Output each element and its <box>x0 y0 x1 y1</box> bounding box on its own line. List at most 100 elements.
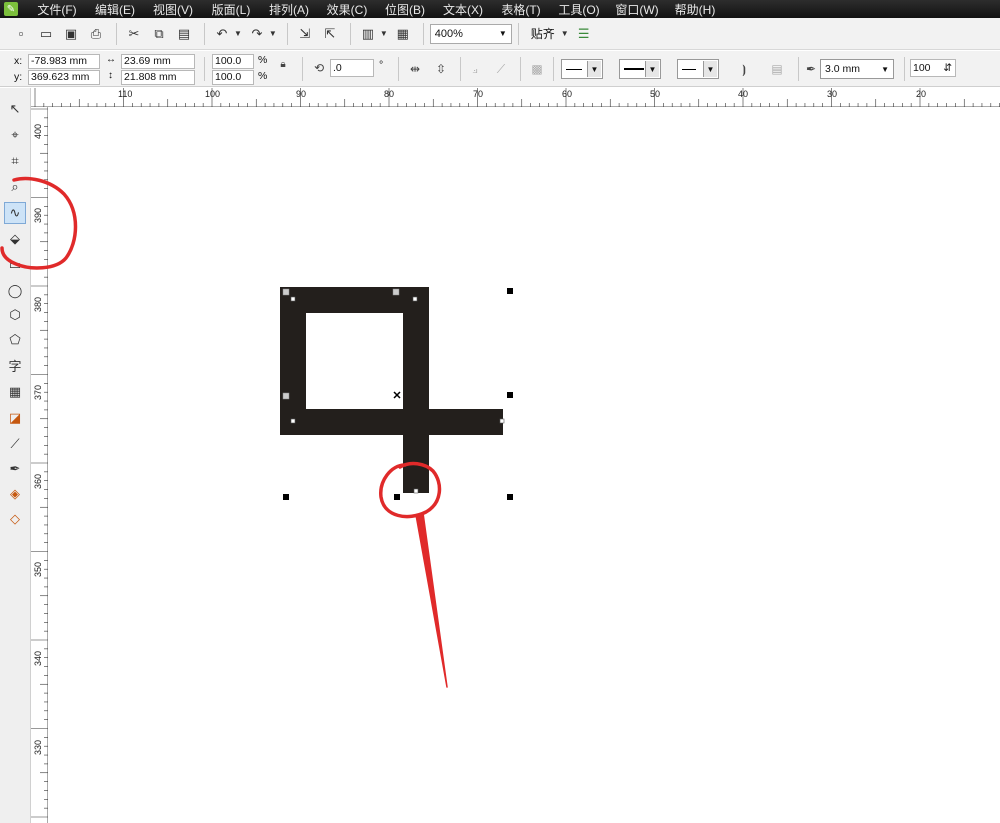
print-icon[interactable]: ⎙ <box>85 23 107 45</box>
wrap-text-icon[interactable]: ▩ <box>528 60 546 78</box>
menu-layout[interactable]: 版面(L) <box>202 1 260 18</box>
undo-dropdown-icon[interactable]: ▼ <box>234 29 242 38</box>
undo-icon[interactable]: ↶ <box>211 23 233 45</box>
text-tool-icon[interactable]: 字 <box>4 354 26 376</box>
scale-y-field[interactable]: 100.0 <box>212 70 254 85</box>
snap-to-button[interactable]: 贴齐 <box>531 25 555 42</box>
basic-shapes-tool-icon[interactable]: ⬠ <box>4 329 26 351</box>
application-launcher-icon[interactable]: ▥ <box>357 23 379 45</box>
menu-help[interactable]: 帮助(H) <box>666 1 724 18</box>
wrap-paragraph-icon[interactable]: ▤ <box>768 60 786 78</box>
paste-icon[interactable]: ▤ <box>173 23 195 45</box>
snap-dropdown-icon[interactable]: ▼ <box>561 29 569 38</box>
line-style-select[interactable]: ▼ <box>619 59 661 79</box>
object-width-field[interactable]: 23.69 mm <box>121 54 195 69</box>
menu-bar: ✎ 文件(F) 编辑(E) 视图(V) 版面(L) 排列(A) 效果(C) 位图… <box>0 0 1000 18</box>
polygon-tool-icon[interactable]: ⬡ <box>4 304 26 326</box>
ellipse-tool-icon[interactable]: ◯ <box>4 280 26 302</box>
arrowhead-line-preview <box>566 68 582 70</box>
mirror-horizontal-icon[interactable]: ⇹ <box>406 60 424 78</box>
save-icon[interactable]: ▣ <box>60 23 82 45</box>
menu-view[interactable]: 视图(V) <box>144 1 202 18</box>
toolbar-divider <box>520 57 521 81</box>
menu-table[interactable]: 表格(T) <box>492 1 550 18</box>
options-icon[interactable]: ☰ <box>573 23 595 45</box>
chevron-down-icon: ▼ <box>703 61 717 77</box>
selection-handle-bottom-center[interactable] <box>394 494 400 500</box>
node-handle[interactable] <box>290 418 296 424</box>
start-arrowhead-select[interactable]: ▼ <box>561 59 603 79</box>
ruler-label: 370 <box>33 384 43 400</box>
node-handle[interactable] <box>499 418 505 424</box>
zoom-level-select[interactable]: 400% ▼ <box>429 23 512 44</box>
outline-width-select[interactable]: 3.0 mm ▼ <box>820 59 894 79</box>
menu-arrange[interactable]: 排列(A) <box>260 1 318 18</box>
node-handle[interactable] <box>282 288 290 296</box>
selected-shape[interactable] <box>280 287 503 493</box>
import-icon[interactable]: ⇲ <box>294 23 316 45</box>
launcher-dropdown-icon[interactable]: ▼ <box>380 29 388 38</box>
interactive-effects-tool-icon[interactable]: ◪ <box>4 407 26 429</box>
line-style-preview <box>624 68 644 70</box>
open-folder-icon[interactable]: ▭ <box>35 23 57 45</box>
menu-effects[interactable]: 效果(C) <box>318 1 376 18</box>
node-handle[interactable] <box>412 296 418 302</box>
interactive-fill-tool-icon[interactable]: ◇ <box>4 508 26 530</box>
table-tool-icon[interactable]: ▦ <box>4 381 26 403</box>
toolbar-divider <box>798 57 799 81</box>
node-handle[interactable] <box>282 392 290 400</box>
copy-icon[interactable]: ⧉ <box>148 23 170 45</box>
lock-ratio-icon[interactable]: 🔒︎ <box>274 55 292 73</box>
welcome-screen-icon[interactable]: ▦ <box>392 23 414 45</box>
ruler-label: 330 <box>33 739 43 755</box>
node-handle[interactable] <box>290 296 296 302</box>
end-arrowhead-select[interactable]: ▼ <box>677 59 719 79</box>
toolbar-divider <box>204 22 205 45</box>
zoom-level-value: 400% <box>434 27 463 40</box>
outline-pen-tool-icon[interactable]: ✒ <box>4 458 26 480</box>
scale-x-field[interactable]: 100.0 <box>212 54 254 69</box>
rotation-angle-field[interactable]: .0 <box>330 59 374 77</box>
arrowhead-line-preview <box>682 68 696 70</box>
mirror-vertical-icon[interactable]: ⇳ <box>432 60 450 78</box>
redo-dropdown-icon[interactable]: ▼ <box>269 29 277 38</box>
node-handle[interactable] <box>392 288 400 296</box>
toolbar-divider <box>422 22 424 45</box>
cut-icon[interactable]: ✂ <box>123 23 145 45</box>
standard-toolbar: ▫ ▭ ▣ ⎙ ✂ ⧉ ▤ ↶ ▼ ↷ ▼ ⇲ ⇱ ▥ ▼ ▦ 400% ▼ 贴… <box>0 18 1000 50</box>
object-height-field[interactable]: 21.808 mm <box>121 70 195 85</box>
miter-limit-field[interactable]: 100 ⇵ <box>910 59 956 77</box>
menu-edit[interactable]: 编辑(E) <box>86 1 144 18</box>
y-position-field[interactable]: 369.623 mm <box>28 70 100 85</box>
redo-icon[interactable]: ↷ <box>246 23 268 45</box>
ruler-label: 400 <box>33 123 43 139</box>
pick-tool-icon[interactable]: ↖ <box>4 98 26 120</box>
close-curve-icon[interactable]: ⦘ <box>735 60 753 78</box>
export-icon[interactable]: ⇱ <box>319 23 341 45</box>
horizontal-ruler[interactable]: 110 100 90 80 70 60 50 40 30 20 <box>31 88 1000 107</box>
menu-file[interactable]: 文件(F) <box>28 1 86 18</box>
menu-bitmaps[interactable]: 位图(B) <box>376 1 434 18</box>
menu-tools[interactable]: 工具(O) <box>550 1 608 18</box>
menu-window[interactable]: 窗口(W) <box>608 1 666 18</box>
fill-tool-icon[interactable]: ◈ <box>4 483 26 505</box>
selection-handle-middle-right[interactable] <box>507 392 513 398</box>
node-join-icon[interactable]: ⟓ <box>466 60 484 78</box>
line-convert-icon[interactable]: ⟋ <box>492 60 510 78</box>
shape-body[interactable] <box>280 287 503 493</box>
node-handle[interactable] <box>413 488 419 494</box>
new-document-icon[interactable]: ▫ <box>10 23 32 45</box>
menu-text[interactable]: 文本(X) <box>434 1 492 18</box>
toolbar-divider <box>398 57 399 81</box>
ruler-label: 110 <box>118 89 133 99</box>
degree-label: ° <box>379 59 384 71</box>
selection-handle-bottom-left[interactable] <box>283 494 289 500</box>
shape-nodes[interactable] <box>282 288 505 494</box>
selection-handle-bottom-right[interactable] <box>507 494 513 500</box>
x-position-field[interactable]: -78.983 mm <box>28 54 100 69</box>
drawing-canvas[interactable] <box>48 107 1000 823</box>
shape-tool-icon[interactable]: ⌖ <box>4 124 26 146</box>
ruler-label: 20 <box>916 89 927 99</box>
selection-handle-top-right[interactable] <box>507 288 513 294</box>
eyedropper-tool-icon[interactable]: ⟋ <box>4 433 26 455</box>
